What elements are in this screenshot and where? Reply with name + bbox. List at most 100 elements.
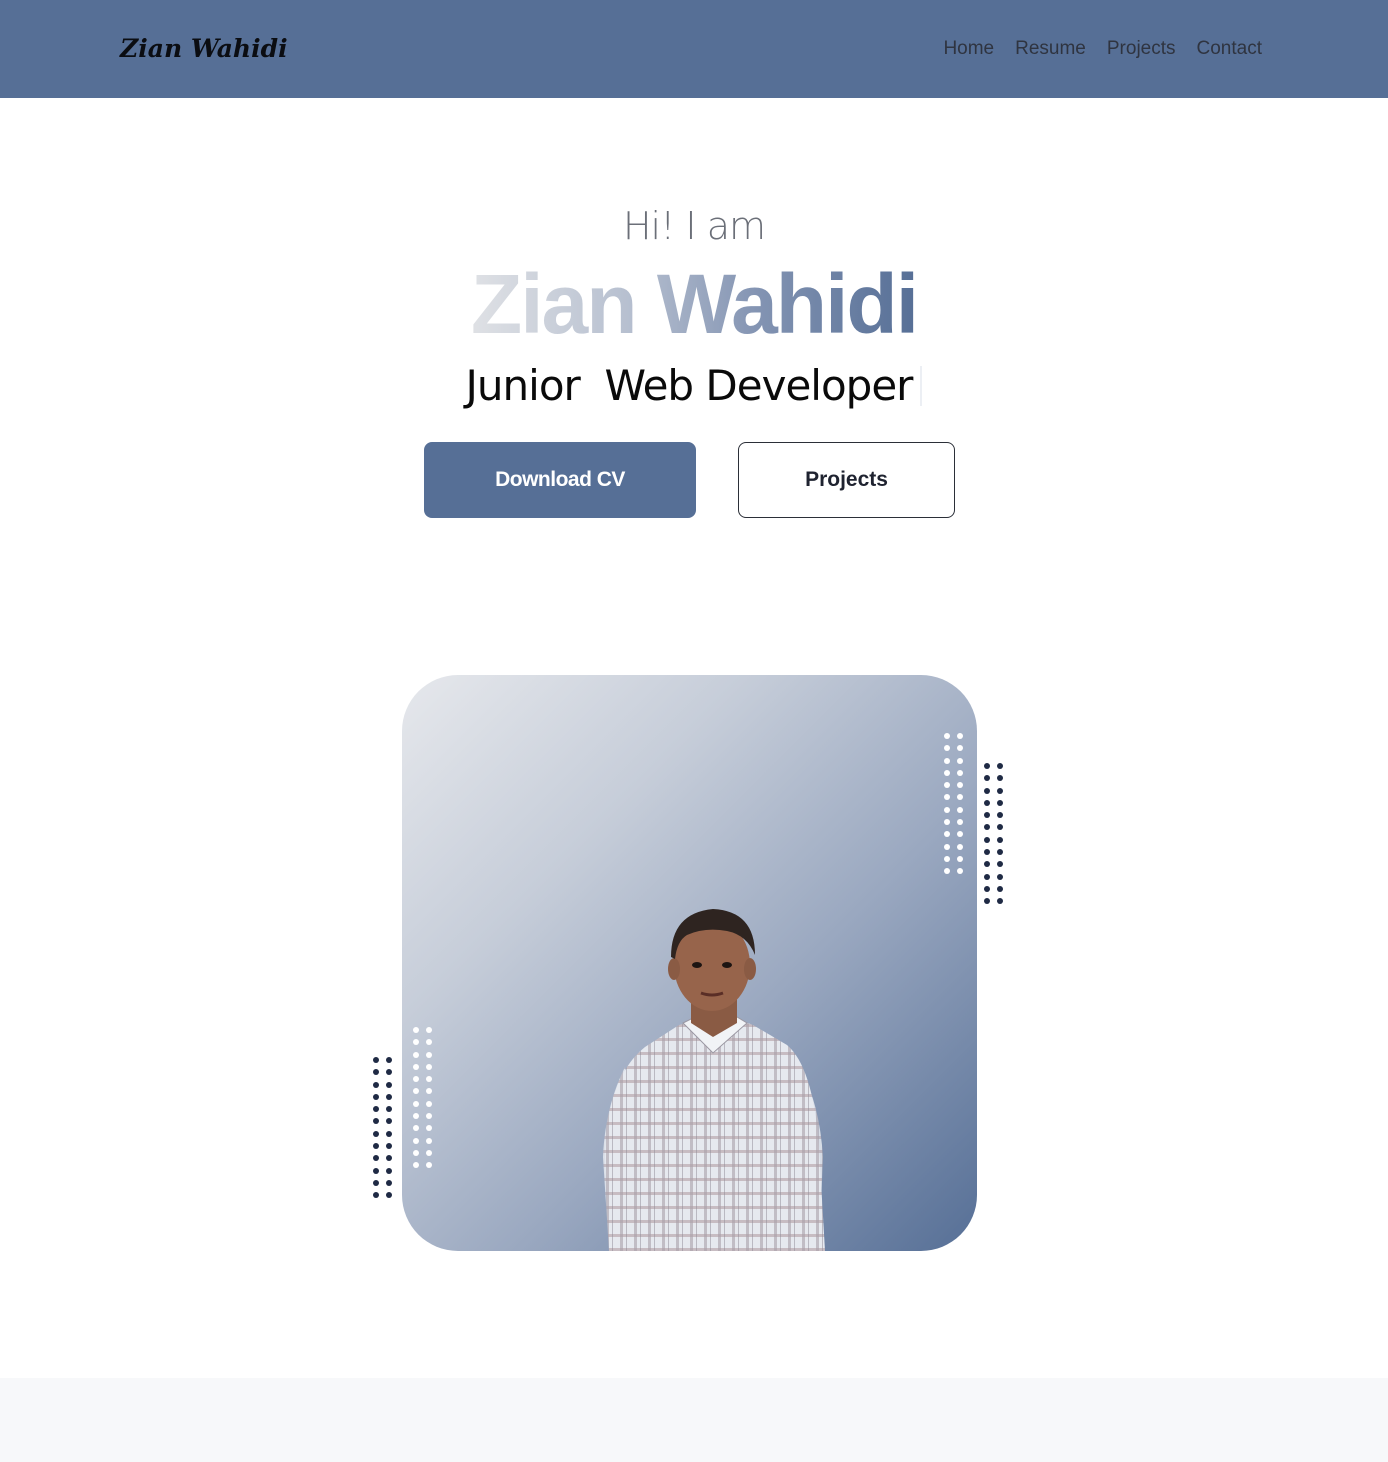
nav-link-resume[interactable]: Resume — [1015, 35, 1086, 63]
decor-dot — [984, 885, 990, 892]
nav-link-contact[interactable]: Contact — [1197, 35, 1262, 63]
decor-dot — [373, 1118, 379, 1125]
decor-dot — [997, 885, 1003, 892]
decor-dot — [984, 763, 990, 769]
decor-dot — [944, 843, 950, 850]
decor-dot — [426, 1051, 432, 1058]
decor-dot — [984, 873, 990, 880]
decor-dot — [426, 1125, 432, 1132]
decor-dot — [426, 1076, 432, 1083]
nav-link-home[interactable]: Home — [943, 35, 994, 63]
decor-dot — [944, 868, 950, 875]
decor-dot — [997, 812, 1003, 819]
decor-dot — [373, 1081, 379, 1088]
nav-link-projects[interactable]: Projects — [1107, 35, 1176, 63]
profile-photo-card — [402, 675, 977, 1251]
decor-dot — [413, 1125, 419, 1132]
decor-dot — [373, 1155, 379, 1162]
decor-dot — [944, 855, 950, 862]
nav-menu: Home Resume Projects Contact — [943, 35, 1262, 63]
decor-dot — [386, 1155, 392, 1162]
decor-dot — [997, 836, 1003, 843]
decor-dot — [413, 1113, 419, 1120]
decor-dot — [373, 1093, 379, 1100]
decor-dots-left-dark — [373, 1057, 399, 1205]
decor-dot — [386, 1167, 392, 1174]
decor-dot — [944, 831, 950, 838]
decor-dot — [373, 1106, 379, 1113]
decor-dot — [957, 745, 963, 752]
decor-dot — [944, 794, 950, 801]
decor-dot — [426, 1027, 432, 1033]
decor-dot — [413, 1063, 419, 1070]
decor-dot — [386, 1118, 392, 1125]
decor-dot — [413, 1039, 419, 1046]
decor-dot — [957, 855, 963, 862]
decor-dot — [413, 1149, 419, 1156]
next-section-band — [0, 1378, 1388, 1462]
decor-dot — [957, 819, 963, 826]
decor-dot — [984, 824, 990, 831]
decor-dot — [386, 1069, 392, 1076]
decor-dot — [413, 1162, 419, 1169]
decor-dot — [957, 733, 963, 739]
decor-dot — [386, 1093, 392, 1100]
brand-logo[interactable]: Zian Wahidi — [120, 31, 288, 67]
decor-dot — [426, 1113, 432, 1120]
decor-dot — [386, 1179, 392, 1186]
hero-name-text: Zian Wahidi — [470, 257, 919, 351]
decor-dot — [944, 806, 950, 813]
decor-dot — [413, 1088, 419, 1095]
typing-cursor — [920, 366, 923, 406]
download-cv-button[interactable]: Download CV — [424, 442, 696, 518]
decor-dot — [957, 806, 963, 813]
decor-dot — [386, 1081, 392, 1088]
decor-dot — [984, 836, 990, 843]
decor-dot — [373, 1179, 379, 1186]
decor-dot — [426, 1063, 432, 1070]
decor-dot — [957, 769, 963, 776]
decor-dot — [426, 1039, 432, 1046]
decor-dot — [373, 1057, 379, 1063]
decor-dot — [984, 787, 990, 794]
decor-dot — [944, 819, 950, 826]
decor-dot — [386, 1192, 392, 1199]
decor-dot — [957, 794, 963, 801]
decor-dot — [426, 1137, 432, 1144]
profile-photo — [603, 909, 825, 1251]
decor-dot — [997, 824, 1003, 831]
decor-dot — [426, 1088, 432, 1095]
hero-greeting: Hi! I am — [622, 204, 766, 248]
decor-dot — [997, 861, 1003, 868]
decor-dot — [984, 861, 990, 868]
decor-dot — [997, 898, 1003, 905]
decor-dot — [944, 757, 950, 764]
decor-dot — [373, 1069, 379, 1076]
navbar: Zian Wahidi Home Resume Projects Contact — [0, 0, 1388, 98]
decor-dot — [984, 812, 990, 819]
decor-dots-right-dark — [984, 763, 1010, 911]
decor-dots-right-light — [944, 733, 970, 881]
projects-button[interactable]: Projects — [738, 442, 955, 518]
decor-dot — [413, 1100, 419, 1107]
decor-dot — [957, 843, 963, 850]
decor-dot — [426, 1100, 432, 1107]
decor-dot — [984, 898, 990, 905]
hero-role: Junior Web Developer — [0, 360, 1388, 422]
decor-dot — [984, 799, 990, 806]
decor-dot — [944, 733, 950, 739]
decor-dot — [426, 1149, 432, 1156]
decor-dot — [957, 831, 963, 838]
decor-dot — [997, 775, 1003, 782]
decor-dot — [957, 782, 963, 789]
decor-dot — [997, 799, 1003, 806]
decor-dot — [386, 1130, 392, 1137]
decor-dot — [997, 849, 1003, 856]
decor-dot — [957, 868, 963, 875]
decor-dots-left-light — [413, 1027, 439, 1175]
decor-dot — [944, 769, 950, 776]
decor-dot — [944, 745, 950, 752]
decor-dot — [373, 1130, 379, 1137]
decor-dot — [984, 849, 990, 856]
decor-dot — [957, 757, 963, 764]
